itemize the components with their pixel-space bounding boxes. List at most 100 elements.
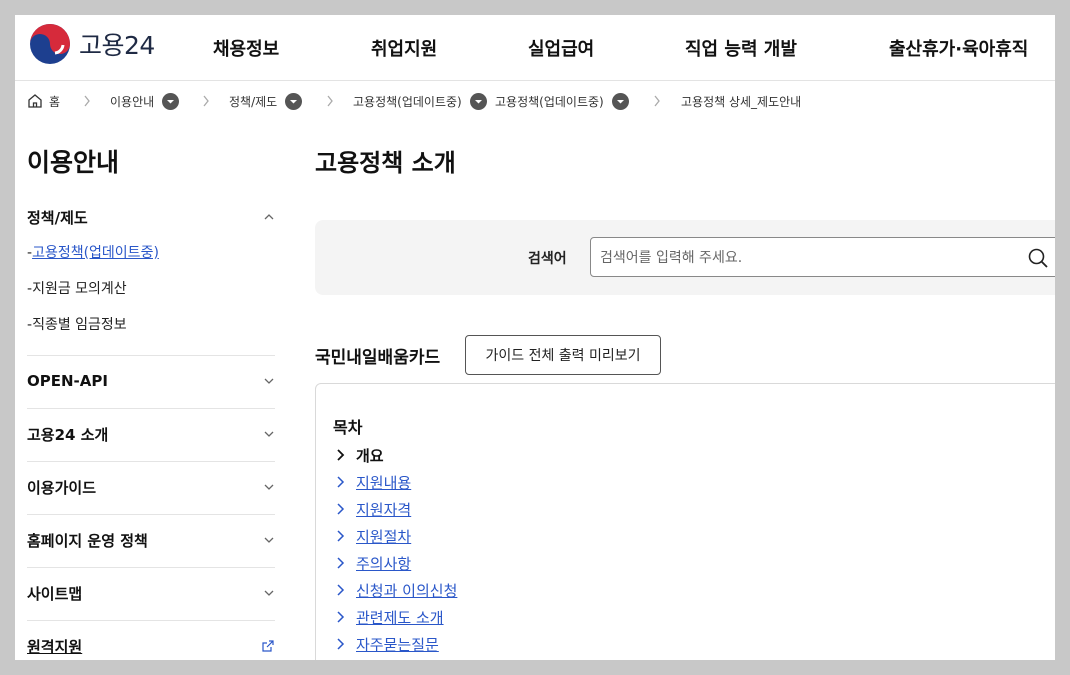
toc-item[interactable]: 관련제도 소개 (336, 607, 444, 627)
toc-item[interactable]: 지원내용 (336, 472, 411, 492)
breadcrumb-item-label: 정책/제도 (229, 94, 278, 109)
submenu-item-wage-info[interactable]: -직종별 임금정보 (27, 314, 127, 334)
toc-item[interactable]: 개요 (336, 445, 384, 465)
sidebar-item-open-api[interactable]: OPEN-API (27, 369, 275, 393)
toc-item-label: 지원절차 (356, 527, 412, 546)
breadcrumb-current: 고용정책 상세_제도안내 (681, 81, 801, 121)
chevron-right-icon (337, 638, 345, 650)
external-link-icon (262, 640, 274, 652)
sidebar-divider (27, 408, 275, 409)
site-header: 고용24 채용정보 취업지원 실업급여 직업 능력 개발 출산휴가·육아휴직 (15, 15, 1055, 81)
chevron-right-icon (337, 557, 345, 569)
chevron-down-icon (264, 431, 274, 437)
submenu-item-employment-policy[interactable]: -고용정책(업데이트중) (27, 242, 159, 262)
chevron-down-circle-icon[interactable] (611, 92, 629, 110)
breadcrumb-item-guide[interactable]: 이용안내 (110, 81, 180, 121)
breadcrumb: 홈 이용안내 정책/제도 고용정책(업데이트중) 고용정책(업데이트중) 고용정… (15, 81, 1055, 121)
sidebar-item-label: OPEN-API (27, 372, 108, 390)
toc-item[interactable]: 지원자격 (336, 499, 411, 519)
table-of-contents: 목차 개요 지원내용 지원자격 지원절차 주의사항 신청과 이의신청 관련제도 … (315, 383, 1055, 660)
breadcrumb-item-employment-policy-2[interactable]: 고용정책(업데이트중) (495, 81, 629, 121)
sidebar-item-about[interactable]: 고용24 소개 (27, 422, 275, 446)
chevron-right-icon (337, 584, 345, 596)
nav-item-vocational-training[interactable]: 직업 능력 개발 (685, 15, 797, 81)
sidebar-item-remote-support[interactable]: 원격지원 (27, 634, 275, 658)
sidebar-item-label: 원격지원 (27, 637, 83, 656)
section-title: 국민내일배움카드 (315, 348, 441, 368)
chevron-right-icon (337, 503, 345, 515)
taegeuk-logo-icon (30, 24, 70, 64)
submenu-item-label: 직종별 임금정보 (32, 317, 127, 333)
chevron-down-icon (264, 537, 274, 543)
home-icon (27, 93, 43, 109)
submenu-item-subsidy-calculator[interactable]: -지원금 모의계산 (27, 278, 127, 298)
nav-item-parental-leave[interactable]: 출산휴가·육아휴직 (889, 15, 1028, 81)
breadcrumb-separator (653, 81, 661, 121)
sidebar-item-user-guide[interactable]: 이용가이드 (27, 475, 275, 499)
sidebar-item-sitemap[interactable]: 사이트맵 (27, 581, 275, 605)
sidebar-item-site-policy[interactable]: 홈페이지 운영 정책 (27, 528, 275, 552)
sidebar-item-label: 정책/제도 (27, 208, 88, 227)
nav-item-unemployment-benefit[interactable]: 실업급여 (528, 15, 594, 81)
sidebar-divider (27, 567, 275, 568)
sidebar-divider (27, 355, 275, 356)
chevron-right-icon (202, 95, 210, 107)
breadcrumb-home[interactable]: 홈 (27, 81, 60, 121)
chevron-right-icon (337, 449, 345, 461)
site-logo[interactable]: 고용24 (29, 24, 155, 64)
chevron-right-icon (653, 95, 661, 107)
sidebar-divider (27, 514, 275, 515)
breadcrumb-item-policy[interactable]: 정책/제도 (229, 81, 303, 121)
breadcrumb-separator (202, 81, 210, 121)
search-input[interactable]: 검색어를 입력해 주세요. (590, 237, 1055, 277)
search-panel: 검색어 검색어를 입력해 주세요. (315, 220, 1055, 295)
breadcrumb-separator (83, 81, 91, 121)
sidebar-item-label: 고용24 소개 (27, 425, 109, 444)
chevron-up-icon (264, 214, 274, 220)
guide-print-preview-button[interactable]: 가이드 전체 출력 미리보기 (465, 335, 661, 375)
toc-item-label: 자주묻는질문 (356, 635, 439, 654)
toc-item-label: 주의사항 (356, 554, 412, 573)
sidebar-item-label: 홈페이지 운영 정책 (27, 531, 148, 550)
breadcrumb-separator (326, 81, 334, 121)
nav-item-employment-support[interactable]: 취업지원 (371, 15, 437, 81)
sidebar-title: 이용안내 (27, 148, 120, 177)
breadcrumb-home-label: 홈 (49, 94, 61, 109)
page: 고용24 채용정보 취업지원 실업급여 직업 능력 개발 출산휴가·육아휴직 홈… (15, 15, 1055, 660)
chevron-right-icon (337, 611, 345, 623)
search-placeholder: 검색어를 입력해 주세요. (600, 250, 743, 266)
submenu-item-label: 고용정책(업데이트중) (32, 245, 159, 261)
breadcrumb-item-employment-policy[interactable]: 고용정책(업데이트중) (353, 81, 487, 121)
toc-item-label: 지원내용 (356, 473, 412, 492)
breadcrumb-item-label: 고용정책 상세_제도안내 (681, 94, 802, 109)
search-label: 검색어 (528, 251, 567, 267)
toc-title: 목차 (333, 418, 363, 437)
nav-item-jobs[interactable]: 채용정보 (213, 15, 279, 81)
chevron-right-icon (83, 95, 91, 107)
chevron-down-icon (264, 590, 274, 596)
chevron-down-circle-icon[interactable] (162, 92, 180, 110)
page-title: 고용정책 소개 (315, 149, 456, 177)
toc-item[interactable]: 자주묻는질문 (336, 634, 439, 654)
chevron-down-circle-icon[interactable] (285, 92, 303, 110)
breadcrumb-item-label: 고용정책(업데이트중) (495, 94, 604, 109)
breadcrumb-item-label: 이용안내 (110, 94, 155, 109)
toc-item[interactable]: 지원절차 (336, 526, 411, 546)
sidebar-item-label: 이용가이드 (27, 478, 97, 497)
sidebar-item-label: 사이트맵 (27, 584, 83, 603)
chevron-down-circle-icon[interactable] (469, 92, 487, 110)
search-icon[interactable] (1027, 247, 1049, 269)
toc-item-label: 신청과 이의신청 (356, 581, 458, 600)
toc-item[interactable]: 신청과 이의신청 (336, 580, 457, 600)
toc-item-label: 관련제도 소개 (356, 608, 444, 627)
chevron-down-icon (264, 378, 274, 384)
submenu-item-label: 지원금 모의계산 (32, 281, 127, 297)
logo-text: 고용24 (79, 31, 155, 60)
sidebar-item-policy[interactable]: 정책/제도 (27, 205, 275, 229)
chevron-right-icon (326, 95, 334, 107)
sidebar-divider (27, 461, 275, 462)
chevron-right-icon (337, 476, 345, 488)
toc-item[interactable]: 주의사항 (336, 553, 411, 573)
sidebar-divider (27, 620, 275, 621)
toc-item-label: 개요 (356, 446, 384, 465)
